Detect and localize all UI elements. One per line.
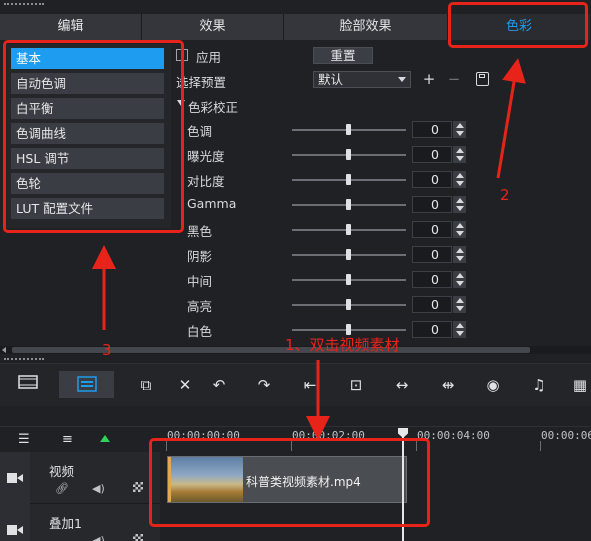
annotation-step-1: 1、双击视频素材 [285,336,400,354]
annotation-arrows [92,58,526,440]
annotation-step-3: 3 [102,341,112,359]
annotation-arrow-2 [496,58,526,179]
annotation-step-2: 2 [500,186,510,204]
